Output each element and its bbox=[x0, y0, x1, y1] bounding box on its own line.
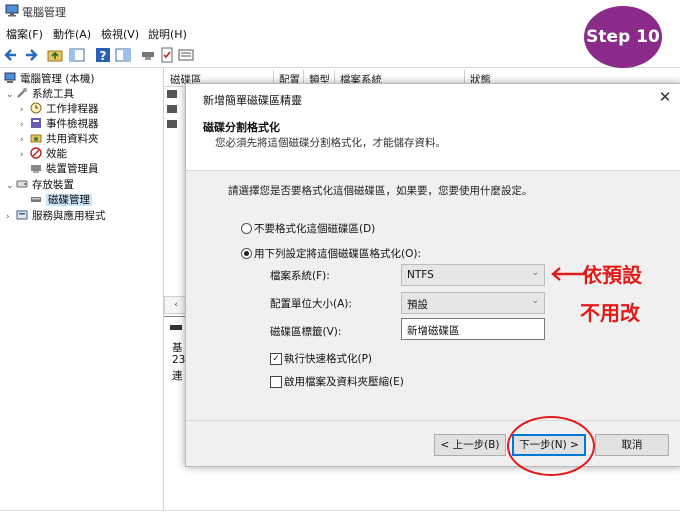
menu-action[interactable]: 動作(A) bbox=[53, 26, 91, 42]
navigation-tree: 電腦管理 (本機) ⌄ 系統工具 › 工作排程器 › 事件檢視器 › 共用資料夾 › 效能… bbox=[0, 68, 164, 520]
window-bottom-edge bbox=[0, 510, 680, 521]
volume-row-icon bbox=[167, 120, 177, 128]
compression-checkbox[interactable] bbox=[270, 376, 282, 388]
prompt-text: 請選擇您是否要格式化這個磁碟區，如果要，您要使用什麼設定。 bbox=[228, 185, 533, 197]
tools-icon bbox=[16, 87, 28, 99]
checklist-icon[interactable] bbox=[158, 46, 176, 64]
help-icon[interactable]: ? bbox=[94, 46, 112, 64]
allocation-unit-label: 配置單位大小(A): bbox=[270, 298, 352, 310]
compression-label[interactable]: 啟用檔案及資料夾壓縮(E) bbox=[284, 374, 404, 389]
dialog-title: 新增簡單磁碟區精靈 bbox=[203, 94, 302, 107]
clock-icon bbox=[30, 102, 42, 114]
radio-no-format-label[interactable]: 不要格式化這個磁碟區(D) bbox=[254, 221, 375, 236]
forward-arrow-icon[interactable] bbox=[22, 46, 40, 64]
disk-info-line: 連 bbox=[172, 370, 183, 382]
svg-text:?: ? bbox=[100, 49, 107, 63]
tree-item-storage[interactable]: ⌄ 存放裝置 bbox=[6, 178, 74, 193]
tree-item-device-manager[interactable]: 裝置管理員 bbox=[30, 162, 99, 177]
show-tree-icon[interactable] bbox=[68, 46, 86, 64]
computer-management-icon bbox=[5, 4, 19, 17]
chevron-right-icon[interactable]: › bbox=[20, 133, 30, 148]
chevron-right-icon[interactable]: › bbox=[20, 148, 30, 163]
back-arrow-icon[interactable] bbox=[2, 46, 20, 64]
close-icon[interactable]: ✕ bbox=[656, 88, 674, 106]
volume-label-value: 新增磁碟區 bbox=[407, 325, 460, 337]
performance-icon bbox=[30, 147, 42, 159]
chevron-down-icon: ⌄ bbox=[531, 296, 539, 306]
radio-no-format[interactable] bbox=[241, 223, 252, 234]
annotation-text: 不用改 bbox=[580, 301, 640, 325]
up-folder-icon[interactable] bbox=[46, 46, 64, 64]
volume-label-label: 磁碟區標籤(V): bbox=[270, 326, 342, 338]
cancel-button[interactable]: 取消 bbox=[595, 434, 669, 456]
menu-file[interactable]: 檔案(F) bbox=[6, 26, 43, 42]
volume-row-icon bbox=[167, 105, 177, 113]
properties-pane-icon[interactable] bbox=[114, 46, 132, 64]
highlight-circle bbox=[507, 416, 595, 476]
chevron-right-icon[interactable]: › bbox=[20, 103, 30, 118]
tree-item-disk-management[interactable]: 磁碟管理 bbox=[30, 193, 92, 208]
disk-info-line: 基 bbox=[172, 342, 183, 354]
chevron-down-icon[interactable]: ⌄ bbox=[6, 179, 16, 194]
shared-folder-icon bbox=[30, 132, 42, 144]
page-description: 您必須先將這個磁碟分割格式化，才能儲存資料。 bbox=[215, 137, 446, 149]
title-bar bbox=[0, 0, 680, 22]
disk-info-line: 23 bbox=[172, 354, 186, 366]
menu-view[interactable]: 檢視(V) bbox=[101, 26, 139, 42]
quick-format-label[interactable]: 執行快速格式化(P) bbox=[284, 351, 372, 366]
filesystem-value: NTFS bbox=[407, 269, 434, 281]
tree-item-performance[interactable]: › 效能 bbox=[20, 147, 67, 162]
page-heading: 磁碟分割格式化 bbox=[203, 121, 280, 134]
radio-format[interactable] bbox=[241, 248, 252, 259]
chevron-right-icon[interactable]: › bbox=[20, 118, 30, 133]
tree-item-shared-folders[interactable]: › 共用資料夾 bbox=[20, 132, 99, 147]
back-button[interactable]: < 上一步(B) bbox=[434, 434, 506, 456]
storage-icon bbox=[16, 178, 28, 190]
chevron-down-icon[interactable]: ⌄ bbox=[6, 88, 16, 103]
tree-item-root[interactable]: 電腦管理 (本機) bbox=[4, 72, 95, 87]
services-icon bbox=[16, 209, 28, 221]
event-viewer-icon bbox=[30, 117, 42, 129]
disk-management-icon bbox=[30, 193, 42, 205]
chevron-right-icon[interactable]: › bbox=[6, 210, 16, 225]
radio-format-label[interactable]: 用下列設定將這個磁碟區格式化(O): bbox=[254, 246, 421, 261]
filesystem-select[interactable]: NTFS ⌄ bbox=[401, 264, 545, 286]
menu-help[interactable]: 說明(H) bbox=[148, 26, 187, 42]
volume-row-icon bbox=[167, 90, 177, 98]
quick-format-checkbox[interactable]: ✓ bbox=[270, 353, 282, 365]
device-manager-icon bbox=[30, 162, 42, 174]
dialog-footer-divider bbox=[186, 420, 680, 421]
computer-icon bbox=[4, 72, 16, 84]
tree-item-system-tools[interactable]: ⌄ 系統工具 bbox=[6, 87, 74, 102]
tree-item-event-viewer[interactable]: › 事件檢視器 bbox=[20, 117, 99, 132]
window-title: 電腦管理 bbox=[22, 6, 66, 19]
disk-icon bbox=[170, 325, 182, 330]
allocation-unit-value: 預設 bbox=[407, 299, 428, 311]
list-view-icon[interactable] bbox=[177, 46, 195, 64]
chevron-down-icon: ⌄ bbox=[531, 268, 539, 278]
tree-item-task-scheduler[interactable]: › 工作排程器 bbox=[20, 102, 99, 117]
allocation-unit-select[interactable]: 預設 ⌄ bbox=[401, 292, 545, 314]
step-badge: Step 10 bbox=[584, 6, 662, 68]
annotation-text: 依預設 bbox=[582, 263, 642, 287]
volume-label-input[interactable]: 新增磁碟區 bbox=[401, 318, 545, 340]
filesystem-label: 檔案系統(F): bbox=[270, 270, 330, 282]
tree-item-services[interactable]: › 服務與應用程式 bbox=[6, 209, 106, 224]
connect-icon[interactable] bbox=[139, 46, 157, 64]
